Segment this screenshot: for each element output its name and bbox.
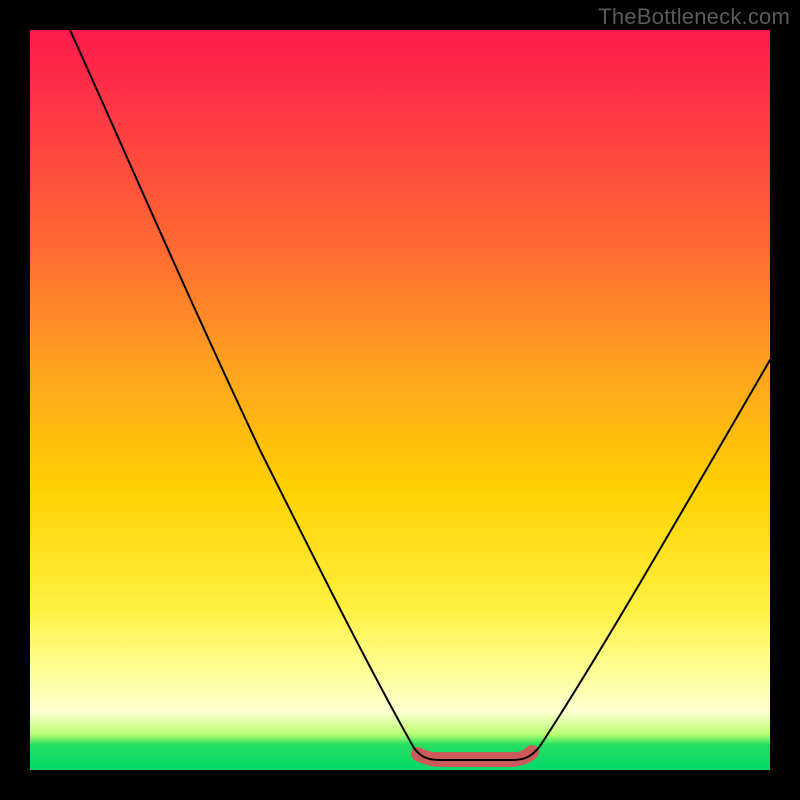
watermark-text: TheBottleneck.com (598, 4, 790, 30)
curve-layer (30, 30, 770, 770)
plot-area (30, 30, 770, 770)
chart-stage: TheBottleneck.com (0, 0, 800, 800)
bottleneck-curve (70, 30, 770, 760)
